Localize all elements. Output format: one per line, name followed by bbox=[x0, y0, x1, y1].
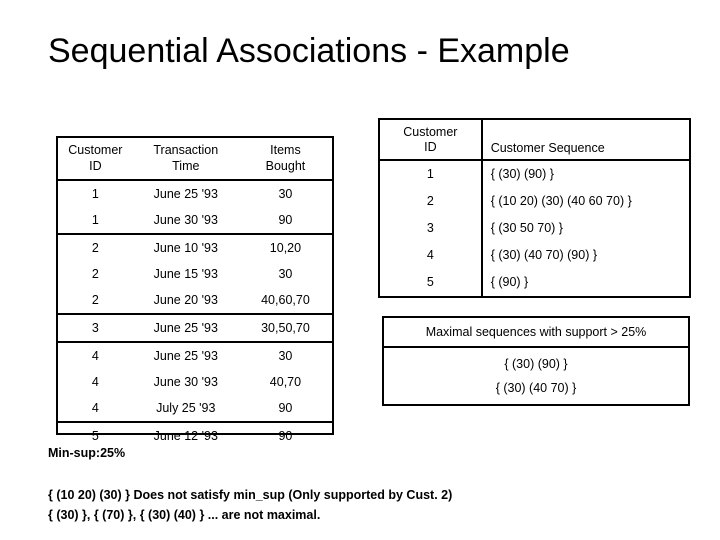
header-line-1: Customer bbox=[68, 143, 123, 157]
cell-items-bought: 90 bbox=[278, 428, 293, 443]
cell-customer-id: 2 bbox=[380, 188, 483, 215]
cell-customer-id: 5 bbox=[380, 268, 483, 296]
cell-transaction-time: June 20 '93 bbox=[132, 287, 239, 315]
header-line-1: Items bbox=[270, 143, 301, 157]
cell-transaction-time: June 25 '93 bbox=[153, 186, 218, 201]
table-header-row: Customer ID Transaction Time Items Bough… bbox=[58, 138, 332, 181]
table-row: 2 June 15 '93 30 bbox=[58, 261, 332, 287]
sequences-body: 1 { (30) (90) } 2 { (10 20) (30) (40 60 … bbox=[380, 160, 689, 296]
maximal-sequences-box: Maximal sequences with support > 25% { (… bbox=[382, 316, 690, 406]
cell-transaction-time: June 25 '93 bbox=[132, 314, 239, 343]
cell-customer-id: 1 bbox=[91, 186, 99, 201]
cell-transaction-time: June 10 '93 bbox=[153, 240, 218, 255]
table-row: 3 June 25 '93 30,50,70 bbox=[58, 314, 332, 343]
cell-items-bought: 40,60,70 bbox=[238, 287, 332, 315]
cell-transaction-time: July 25 '93 bbox=[132, 395, 239, 423]
cell-transaction-time: June 30 '93 bbox=[153, 374, 218, 389]
sequences-header: Customer ID Customer Sequence bbox=[380, 120, 689, 161]
table-row: 5 { (90) } bbox=[380, 268, 689, 296]
page-title: Sequential Associations - Example bbox=[48, 32, 570, 70]
table-row: 2 June 20 '93 40,60,70 bbox=[58, 287, 332, 315]
table-row: 1 { (30) (90) } bbox=[380, 160, 689, 189]
transactions-grid: Customer ID Transaction Time Items Bough… bbox=[58, 138, 332, 449]
cell-customer-id: 2 bbox=[58, 287, 133, 315]
cell-items-bought: 30 bbox=[278, 186, 293, 201]
header-line-1: Customer bbox=[403, 125, 458, 139]
cell-items-bought: 10,20 bbox=[269, 240, 302, 255]
maximal-sequence-item: { (30) (40 70) } bbox=[495, 381, 577, 395]
cell-transaction-time: June 12 '93 bbox=[153, 428, 218, 443]
cell-transaction-time: June 15 '93 bbox=[153, 266, 218, 281]
cell-items-bought: 90 bbox=[238, 395, 332, 423]
cell-customer-sequence: { (30 50 70) } bbox=[490, 220, 563, 235]
cell-customer-id: 1 bbox=[58, 207, 133, 235]
cell-customer-id: 4 bbox=[91, 374, 99, 389]
maximal-sequences-body: { (30) (90) } { (30) (40 70) } bbox=[384, 348, 688, 404]
cell-items-bought: 40,70 bbox=[269, 374, 302, 389]
table-row: 4 June 25 '93 30 bbox=[58, 342, 332, 369]
explanation-note-line-1: { (10 20) (30) } Does not satisfy min_su… bbox=[48, 488, 453, 502]
cell-customer-sequence: { (90) } bbox=[490, 274, 529, 289]
header-line-2: Bought bbox=[265, 159, 306, 173]
cell-customer-sequence: { (30) (90) } bbox=[490, 167, 554, 181]
header-line-2: ID bbox=[89, 159, 102, 173]
cell-customer-id: 1 bbox=[380, 160, 483, 189]
cell-items-bought: 90 bbox=[238, 207, 332, 235]
transactions-header: Customer ID Transaction Time Items Bough… bbox=[58, 138, 332, 181]
explanation-note-line-2: { (30) }, { (70) }, { (30) (40) } ... ar… bbox=[48, 508, 321, 522]
cell-customer-id: 2 bbox=[91, 266, 99, 281]
maximal-sequence-item: { (30) (90) } bbox=[504, 357, 568, 371]
header-line-1: Transaction bbox=[153, 143, 219, 157]
cell-transaction-time: June 30 '93 bbox=[132, 207, 239, 235]
cell-customer-sequence: { (30) (40 70) (90) } bbox=[490, 247, 598, 262]
header-line-2: ID bbox=[424, 140, 437, 154]
cell-items-bought: 30,50,70 bbox=[238, 314, 332, 343]
column-header-customer-id: Customer ID bbox=[380, 120, 483, 161]
column-header-customer-id: Customer ID bbox=[58, 138, 133, 181]
cell-customer-id: 4 bbox=[91, 348, 99, 363]
cell-customer-sequence: { (10 20) (30) (40 60 70) } bbox=[490, 194, 632, 208]
table-row: 4 June 30 '93 40,70 bbox=[58, 369, 332, 395]
table-row: 3 { (30 50 70) } bbox=[380, 215, 689, 242]
cell-items-bought: 30 bbox=[278, 266, 293, 281]
cell-customer-id: 3 bbox=[380, 215, 483, 242]
table-row: 4 July 25 '93 90 bbox=[58, 395, 332, 423]
column-header-items-bought: Items Bought bbox=[238, 138, 332, 181]
cell-customer-id: 4 bbox=[58, 395, 133, 423]
cell-transaction-time: June 25 '93 bbox=[153, 348, 218, 363]
table-row: 4 { (30) (40 70) (90) } bbox=[380, 241, 689, 269]
header-line-2: Time bbox=[172, 159, 200, 173]
maximal-sequences-header: Maximal sequences with support > 25% bbox=[384, 318, 688, 348]
customer-sequences-table: Customer ID Customer Sequence 1 { (30) (… bbox=[378, 118, 691, 298]
cell-items-bought: 30 bbox=[278, 348, 293, 363]
cell-customer-id: 3 bbox=[58, 314, 133, 343]
transactions-table: Customer ID Transaction Time Items Bough… bbox=[56, 136, 334, 443]
column-header-transaction-time: Transaction Time bbox=[132, 138, 239, 181]
table-row: 2 { (10 20) (30) (40 60 70) } bbox=[380, 188, 689, 215]
table-row: 1 June 25 '93 30 bbox=[58, 180, 332, 207]
cell-customer-id: 4 bbox=[380, 241, 483, 269]
transactions-body: 1 June 25 '93 30 1 June 30 '93 90 2 June… bbox=[58, 180, 332, 449]
column-header-customer-sequence: Customer Sequence bbox=[481, 120, 689, 161]
sequences-grid: Customer ID Customer Sequence 1 { (30) (… bbox=[380, 120, 689, 296]
table-row: 2 June 10 '93 10,20 bbox=[58, 234, 332, 261]
min-support-note: Min-sup:25% bbox=[48, 446, 126, 460]
table-header-row: Customer ID Customer Sequence bbox=[380, 120, 689, 161]
cell-customer-id: 2 bbox=[91, 240, 99, 255]
table-row: 1 June 30 '93 90 bbox=[58, 207, 332, 235]
